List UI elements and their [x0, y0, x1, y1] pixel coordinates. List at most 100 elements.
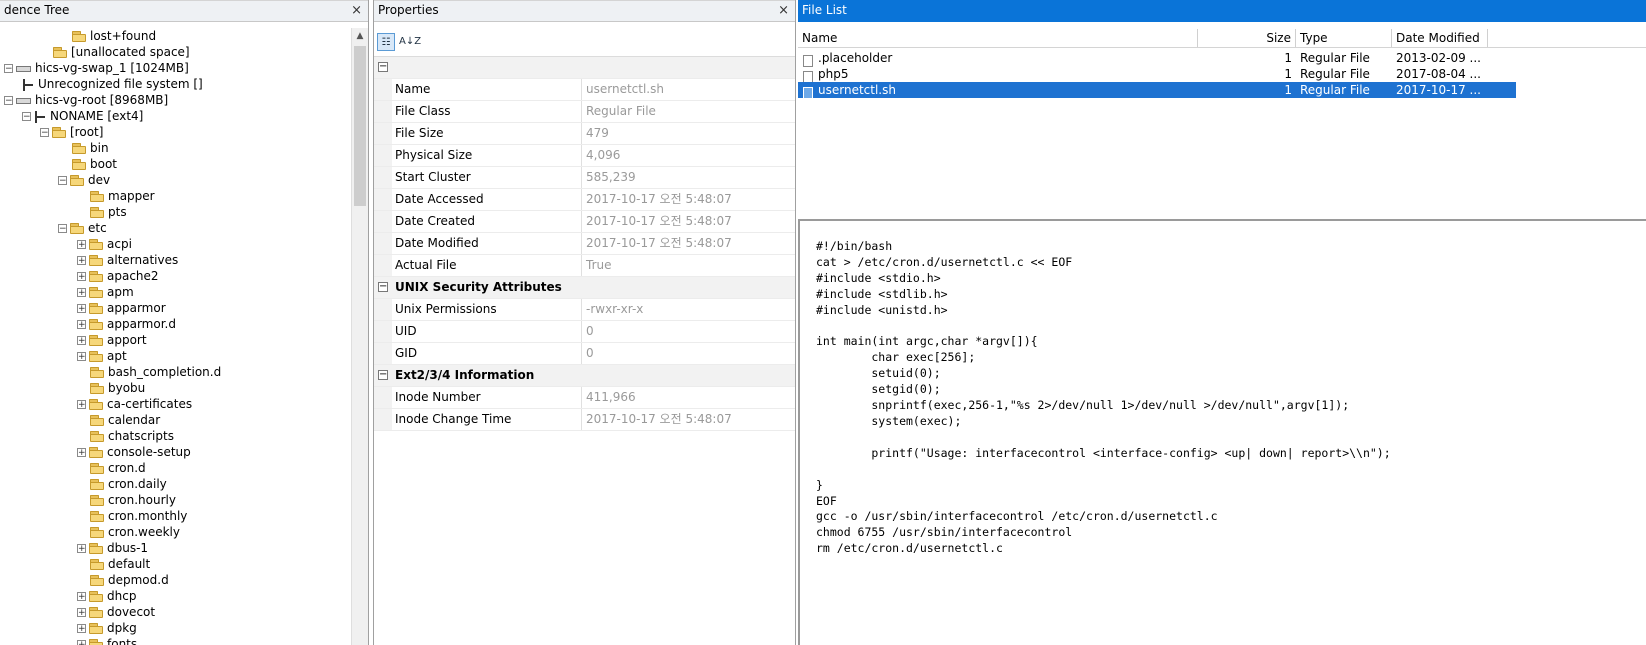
tree-item[interactable]: − dev — [58, 172, 110, 188]
tree-item[interactable]: cron.daily — [90, 476, 167, 492]
tree-item[interactable]: mapper — [90, 188, 155, 204]
tree-item[interactable]: + apt — [77, 348, 127, 364]
property-value[interactable]: 0 — [586, 343, 594, 364]
alphabetical-sort-button[interactable]: A↓Z — [399, 33, 421, 51]
tree-item[interactable]: + apm — [77, 284, 134, 300]
tree-item[interactable]: + apache2 — [77, 268, 159, 284]
tree-item[interactable]: default — [90, 556, 150, 572]
property-category[interactable]: − Ext2/3/4 Information — [374, 365, 795, 387]
tree-item[interactable]: lost+found — [72, 28, 156, 44]
categorized-view-button[interactable]: ☷ — [377, 33, 395, 51]
expand-icon[interactable]: + — [77, 624, 86, 634]
scrollbar-thumb[interactable] — [354, 46, 366, 206]
property-value[interactable]: 2017-10-17 오전 5:48:07 — [586, 211, 732, 232]
tree-item[interactable]: − etc — [58, 220, 107, 236]
expand-icon[interactable]: + — [77, 272, 86, 282]
collapse-icon[interactable]: − — [4, 96, 13, 106]
property-value[interactable]: 2017-10-17 오전 5:48:07 — [586, 189, 732, 210]
expand-icon[interactable]: + — [77, 400, 86, 410]
expand-icon[interactable]: + — [77, 320, 86, 330]
expand-icon[interactable]: + — [77, 608, 86, 618]
column-header-type[interactable]: Type — [1296, 29, 1392, 47]
file-row[interactable]: .placeholder 1 Regular File 2013-02-09 ... — [798, 50, 1516, 67]
expand-icon[interactable]: + — [77, 288, 86, 298]
file-row[interactable]: php5 1 Regular File 2017-08-04 ... — [798, 66, 1516, 83]
collapse-icon[interactable]: − — [40, 128, 49, 138]
collapse-icon[interactable]: − — [378, 62, 388, 72]
property-value[interactable]: 585,239 — [586, 167, 636, 188]
collapse-icon[interactable]: − — [58, 176, 67, 186]
scroll-up-icon[interactable]: ▲ — [352, 28, 368, 44]
tree-item[interactable]: + apparmor.d — [77, 316, 176, 332]
property-value[interactable]: -rwxr-xr-x — [586, 299, 643, 320]
tree-item[interactable]: calendar — [90, 412, 160, 428]
tree-item[interactable]: + acpi — [77, 236, 132, 252]
tree-item[interactable]: bash_completion.d — [90, 364, 221, 380]
property-row[interactable]: Unix Permissions -rwxr-xr-x — [374, 299, 795, 321]
property-row[interactable]: Date Created 2017-10-17 오전 5:48:07 — [374, 211, 795, 233]
tree-item[interactable]: + apport — [77, 332, 147, 348]
expand-icon[interactable]: + — [77, 640, 86, 645]
tree-item[interactable]: − hics-vg-root [8968MB] — [4, 92, 168, 108]
tree-item[interactable]: + dovecot — [77, 604, 155, 620]
tree-item[interactable]: + dhcp — [77, 588, 136, 604]
expand-icon[interactable]: + — [77, 448, 86, 458]
tree-item[interactable]: byobu — [90, 380, 145, 396]
property-value[interactable]: True — [586, 255, 612, 276]
tree-item[interactable]: cron.hourly — [90, 492, 176, 508]
tree-item[interactable]: + apparmor — [77, 300, 166, 316]
expand-icon[interactable]: + — [77, 256, 86, 266]
property-row[interactable]: Date Accessed 2017-10-17 오전 5:48:07 — [374, 189, 795, 211]
tree-item[interactable]: depmod.d — [90, 572, 169, 588]
property-value[interactable]: usernetctl.sh — [586, 79, 664, 100]
property-value[interactable]: 411,966 — [586, 387, 636, 408]
property-row[interactable]: Inode Change Time 2017-10-17 오전 5:48:07 — [374, 409, 795, 431]
collapse-icon[interactable]: − — [4, 64, 13, 74]
property-category[interactable]: − UNIX Security Attributes — [374, 277, 795, 299]
close-icon[interactable]: × — [351, 1, 362, 20]
property-value[interactable]: 4,096 — [586, 145, 620, 166]
tree-scrollbar[interactable]: ▲ — [351, 28, 368, 645]
tree-item[interactable]: chatscripts — [90, 428, 174, 444]
column-header-size[interactable]: Size — [1198, 29, 1296, 47]
expand-icon[interactable]: + — [77, 304, 86, 314]
tree-item[interactable]: − [root] — [40, 124, 103, 140]
file-row[interactable]: usernetctl.sh 1 Regular File 2017-10-17 ... — [798, 82, 1516, 99]
tree-item[interactable]: − NONAME [ext4] — [22, 108, 143, 124]
property-row[interactable]: File Size 479 — [374, 123, 795, 145]
property-category[interactable]: − — [374, 57, 795, 79]
tree-item[interactable]: + fonts — [77, 636, 137, 645]
expand-icon[interactable]: + — [77, 592, 86, 602]
property-row[interactable]: Physical Size 4,096 — [374, 145, 795, 167]
tree-item[interactable]: + console-setup — [77, 444, 191, 460]
property-row[interactable]: Actual File True — [374, 255, 795, 277]
column-header-name[interactable]: Name — [798, 29, 1198, 47]
property-row[interactable]: Start Cluster 585,239 — [374, 167, 795, 189]
expand-icon[interactable]: + — [77, 352, 86, 362]
tree-item[interactable]: cron.monthly — [90, 508, 187, 524]
tree-item[interactable]: [unallocated space] — [53, 44, 190, 60]
property-value[interactable]: 479 — [586, 123, 609, 144]
close-icon[interactable]: × — [778, 1, 789, 20]
tree-item[interactable]: + ca-certificates — [77, 396, 192, 412]
collapse-icon[interactable]: − — [378, 370, 388, 380]
property-value[interactable]: 0 — [586, 321, 594, 342]
tree-item[interactable]: − hics-vg-swap_1 [1024MB] — [4, 60, 189, 76]
expand-icon[interactable]: + — [77, 240, 86, 250]
property-row[interactable]: Name usernetctl.sh — [374, 79, 795, 101]
collapse-icon[interactable]: − — [378, 282, 388, 292]
tree-item[interactable]: + dbus-1 — [77, 540, 148, 556]
property-row[interactable]: GID 0 — [374, 343, 795, 365]
tree-item[interactable]: boot — [72, 156, 117, 172]
expand-icon[interactable]: + — [77, 336, 86, 346]
property-row[interactable]: UID 0 — [374, 321, 795, 343]
tree-item[interactable]: + dpkg — [77, 620, 137, 636]
property-row[interactable]: Date Modified 2017-10-17 오전 5:48:07 — [374, 233, 795, 255]
property-value[interactable]: Regular File — [586, 101, 656, 122]
property-row[interactable]: File Class Regular File — [374, 101, 795, 123]
expand-icon[interactable]: + — [77, 544, 86, 554]
collapse-icon[interactable]: − — [58, 224, 67, 234]
property-value[interactable]: 2017-10-17 오전 5:48:07 — [586, 409, 732, 430]
tree-item[interactable]: Unrecognized file system [] — [22, 76, 203, 92]
tree-item[interactable]: + alternatives — [77, 252, 178, 268]
